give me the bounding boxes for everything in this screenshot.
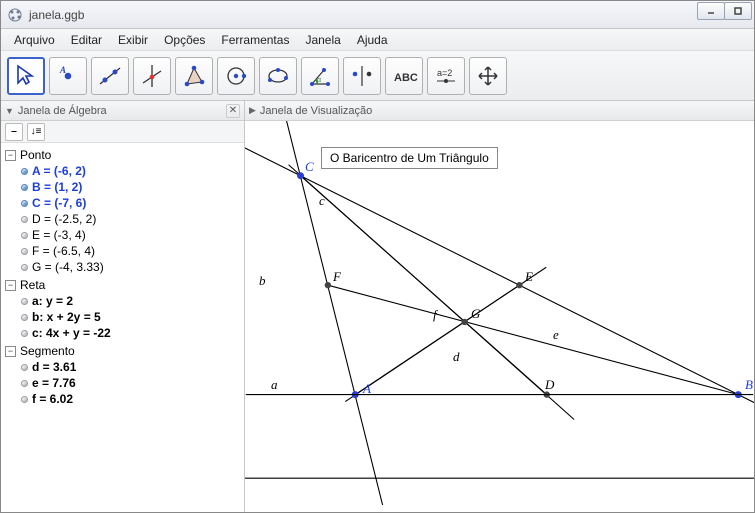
label-A: A xyxy=(363,381,371,397)
visibility-dot-icon[interactable] xyxy=(21,330,28,337)
group-header[interactable]: − Reta xyxy=(3,277,242,293)
graphics-header: ▶ Janela de Visualização xyxy=(245,101,754,121)
collapse-box-icon[interactable]: − xyxy=(5,150,16,161)
title-bar: janela.ggb xyxy=(1,1,754,29)
tree-item[interactable]: d = 3.61 xyxy=(21,359,242,375)
app-icon xyxy=(7,7,23,23)
visibility-dot-icon[interactable] xyxy=(21,184,28,191)
tool-moveview-button[interactable] xyxy=(469,57,507,95)
group-name: Segmento xyxy=(20,344,75,358)
label-C: C xyxy=(305,159,314,175)
label-seg-d: d xyxy=(453,349,460,365)
label-E: E xyxy=(525,269,533,285)
visibility-dot-icon[interactable] xyxy=(21,200,28,207)
tree-item[interactable]: D = (-2.5, 2) xyxy=(21,211,242,227)
aux-button[interactable]: ↓≡ xyxy=(27,123,45,141)
algebra-header: ▼ Janela de Álgebra ✕ xyxy=(1,101,244,121)
tree-item[interactable]: B = (1, 2) xyxy=(21,179,242,195)
label-line-a: a xyxy=(271,377,278,393)
label-F: F xyxy=(333,269,341,285)
group-header[interactable]: − Ponto xyxy=(3,147,242,163)
collapse-box-icon[interactable]: − xyxy=(5,346,16,357)
svg-text:a=2: a=2 xyxy=(437,68,452,78)
group-header[interactable]: − Segmento xyxy=(3,343,242,359)
tool-slider-button[interactable]: a=2 xyxy=(427,57,465,95)
tool-text-button[interactable]: ABC xyxy=(385,57,423,95)
tree-item[interactable]: G = (-4, 3.33) xyxy=(21,259,242,275)
label-B: B xyxy=(745,377,753,393)
algebra-title: Janela de Álgebra xyxy=(18,105,107,117)
visibility-dot-icon[interactable] xyxy=(21,314,28,321)
label-D: D xyxy=(545,377,554,393)
visibility-dot-icon[interactable] xyxy=(21,168,28,175)
tool-line-button[interactable] xyxy=(91,57,129,95)
algebra-close-button[interactable]: ✕ xyxy=(226,104,240,118)
collapse-icon[interactable]: ▶ xyxy=(249,105,256,116)
tree-item[interactable]: A = (-6, 2) xyxy=(21,163,242,179)
label-seg-f: f xyxy=(433,307,437,323)
visibility-dot-icon[interactable] xyxy=(21,232,28,239)
group-name: Reta xyxy=(20,278,45,292)
tool-polygon-button[interactable] xyxy=(175,57,213,95)
tool-point-button[interactable]: A xyxy=(49,57,87,95)
svg-text:ABC: ABC xyxy=(394,72,418,84)
algebra-tree[interactable]: − Ponto A = (-6, 2) B = (1, 2) C = (-7, … xyxy=(1,143,244,512)
visibility-dot-icon[interactable] xyxy=(21,380,28,387)
tree-item[interactable]: E = (-3, 4) xyxy=(21,227,242,243)
graphics-caption: O Baricentro de Um Triângulo xyxy=(321,147,498,169)
minimize-button[interactable] xyxy=(697,2,725,20)
label-seg-e: e xyxy=(553,327,559,343)
menu-ferramentas[interactable]: Ferramentas xyxy=(214,31,296,49)
graphics-title: Janela de Visualização xyxy=(260,105,372,117)
menu-exibir[interactable]: Exibir xyxy=(111,31,155,49)
svg-text:A: A xyxy=(59,65,66,75)
tool-angle-button[interactable]: α xyxy=(301,57,339,95)
menu-editar[interactable]: Editar xyxy=(64,31,109,49)
svg-text:α: α xyxy=(317,77,321,84)
collapse-box-icon[interactable]: − xyxy=(5,280,16,291)
maximize-button[interactable] xyxy=(724,2,752,20)
label-line-b: b xyxy=(259,273,266,289)
tool-perpendicular-button[interactable] xyxy=(133,57,171,95)
toolbar: A α ABC a=2 xyxy=(1,51,754,101)
window-title: janela.ggb xyxy=(29,8,84,22)
menu-arquivo[interactable]: Arquivo xyxy=(7,31,62,49)
tool-circle-button[interactable] xyxy=(217,57,255,95)
algebra-toolbar: ⎯ ↓≡ xyxy=(1,121,244,143)
algebra-panel: ▼ Janela de Álgebra ✕ ⎯ ↓≡ − Ponto A = (… xyxy=(1,101,245,512)
visibility-dot-icon[interactable] xyxy=(21,364,28,371)
visibility-dot-icon[interactable] xyxy=(21,248,28,255)
tree-item[interactable]: c: 4x + y = -22 xyxy=(21,325,242,341)
tree-item[interactable]: b: x + 2y = 5 xyxy=(21,309,242,325)
menu-opcoes[interactable]: Opções xyxy=(157,31,212,49)
menu-janela[interactable]: Janela xyxy=(298,31,347,49)
tool-move-button[interactable] xyxy=(7,57,45,95)
visibility-dot-icon[interactable] xyxy=(21,264,28,271)
sort-button[interactable]: ⎯ xyxy=(5,123,23,141)
tree-item[interactable]: C = (-7, 6) xyxy=(21,195,242,211)
tree-item[interactable]: a: y = 2 xyxy=(21,293,242,309)
menu-bar: Arquivo Editar Exibir Opções Ferramentas… xyxy=(1,29,754,51)
visibility-dot-icon[interactable] xyxy=(21,396,28,403)
visibility-dot-icon[interactable] xyxy=(21,216,28,223)
tool-conic-button[interactable] xyxy=(259,57,297,95)
label-G: G xyxy=(471,306,480,322)
tree-item[interactable]: F = (-6.5, 4) xyxy=(21,243,242,259)
label-line-c: c xyxy=(319,193,325,209)
group-name: Ponto xyxy=(20,148,51,162)
collapse-icon[interactable]: ▼ xyxy=(5,106,14,116)
visibility-dot-icon[interactable] xyxy=(21,298,28,305)
graphics-canvas[interactable]: O Baricentro de Um Triângulo A B C D E F… xyxy=(245,121,754,512)
menu-ajuda[interactable]: Ajuda xyxy=(350,31,395,49)
tool-reflection-button[interactable] xyxy=(343,57,381,95)
tree-item[interactable]: f = 6.02 xyxy=(21,391,242,407)
tree-item[interactable]: e = 7.76 xyxy=(21,375,242,391)
graphics-panel: ▶ Janela de Visualização xyxy=(245,101,754,512)
